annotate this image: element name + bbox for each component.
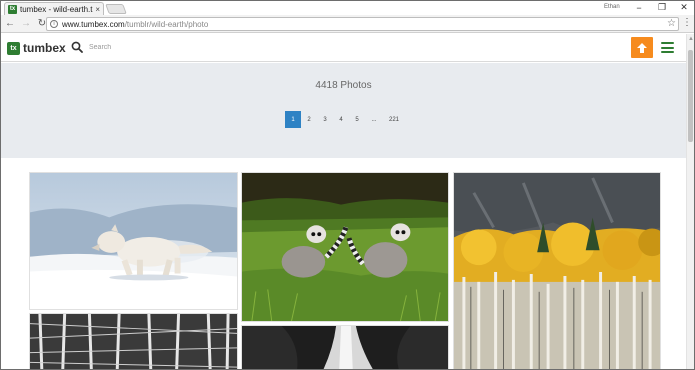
search-input[interactable] [89, 40, 489, 55]
logo-text: tumbex [23, 41, 66, 55]
menu-bar [661, 46, 674, 49]
photo-waterfall[interactable] [241, 325, 449, 369]
site-header: tx tumbex [1, 34, 686, 62]
tumbex-favicon-icon: tx [8, 4, 17, 14]
search-icon[interactable] [71, 41, 83, 53]
photo-lemurs[interactable] [241, 172, 449, 322]
browser-tab[interactable]: tx tumbex - wild-earth.tumb × [4, 2, 104, 15]
back-arrow-icon[interactable]: ← [3, 17, 17, 31]
browser-window: tx tumbex - wild-earth.tumb × Ethan − ❐ … [0, 0, 695, 370]
page-last-button[interactable]: 221 [383, 111, 405, 128]
site-logo[interactable]: tx tumbex [7, 41, 66, 55]
browser-toolbar: ← → ↻ i www.tumbex.com/tumblr/wild-earth… [1, 15, 694, 33]
page-3-button[interactable]: 3 [317, 111, 333, 128]
new-tab-button[interactable] [105, 4, 127, 14]
browser-menu-icon[interactable]: ⋮ [682, 18, 692, 28]
page-1-button[interactable]: 1 [285, 111, 301, 128]
upload-button[interactable] [631, 37, 653, 58]
vertical-scrollbar[interactable]: ▲ [686, 34, 694, 369]
logo-mark-icon: tx [7, 41, 20, 55]
maximize-button[interactable]: ❐ [651, 1, 673, 14]
page-5-button[interactable]: 5 [349, 111, 365, 128]
minimize-button[interactable]: − [628, 1, 650, 14]
tab-close-icon[interactable]: × [95, 5, 100, 14]
bookmark-star-icon[interactable]: ☆ [667, 18, 676, 29]
blog-header-section: 4418 Photos 1 2 3 4 5 ... 221 [1, 63, 686, 158]
pagination: 1 2 3 4 5 ... 221 [285, 111, 405, 128]
address-bar[interactable]: i www.tumbex.com/tumblr/wild-earth/photo… [46, 17, 679, 31]
close-window-button[interactable]: ✕ [673, 1, 694, 14]
pagination-ellipsis: ... [371, 116, 377, 123]
photo-snowy-trees[interactable] [29, 313, 238, 369]
photo-arctic-wolf[interactable] [29, 172, 238, 310]
arrow-up-icon [637, 42, 647, 53]
title-bar: tx tumbex - wild-earth.tumb × Ethan − ❐ … [1, 1, 694, 15]
photo-aspen-forest[interactable] [453, 172, 661, 369]
scrollbar-thumb[interactable] [688, 50, 693, 142]
url-path: /tumblr/wild-earth/photo [124, 19, 209, 29]
url-host: www.tumbex.com [62, 19, 125, 29]
hamburger-menu-icon[interactable] [661, 42, 674, 53]
photo-count: 4418 Photos [315, 80, 372, 91]
page-4-button[interactable]: 4 [333, 111, 349, 128]
scroll-up-icon[interactable]: ▲ [688, 36, 694, 42]
photo-grid [1, 158, 686, 369]
menu-bar [661, 42, 674, 44]
tab-title: tumbex - wild-earth.tumb [20, 4, 93, 14]
forward-arrow-icon[interactable]: → [19, 17, 33, 31]
site-info-icon[interactable]: i [50, 20, 58, 28]
page-2-button[interactable]: 2 [301, 111, 317, 128]
menu-bar [661, 51, 674, 53]
profile-label[interactable]: Ethan [604, 4, 620, 10]
page-viewport: tx tumbex 4418 Photos 1 [1, 34, 686, 369]
